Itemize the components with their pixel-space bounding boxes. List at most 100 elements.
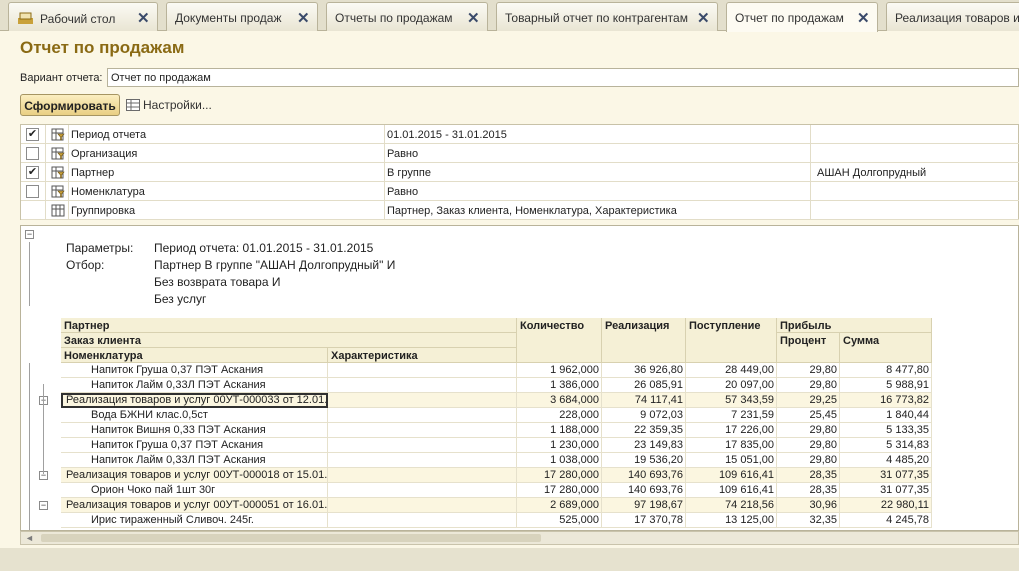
cell-sales[interactable]: 22 359,35 [602, 423, 686, 438]
cell-percent[interactable]: 32,35 [777, 513, 840, 528]
cell-characteristic[interactable] [328, 423, 517, 438]
cell-item[interactable]: Напиток Вишня 0,33 ПЭТ Аскания [61, 423, 328, 438]
cell-item[interactable]: Напиток Груша 0,37 ПЭТ Аскания [61, 438, 328, 453]
cell-receipts[interactable]: 109 616,41 [686, 468, 777, 483]
scroll-left-icon[interactable]: ◄ [25, 533, 34, 543]
cell-characteristic[interactable] [328, 513, 517, 528]
cell-sales[interactable]: 19 536,20 [602, 453, 686, 468]
header-order[interactable]: Заказ клиента [61, 333, 517, 348]
table-row[interactable]: Напиток Вишня 0,33 ПЭТ Аскания 1 188,000 2… [61, 423, 932, 438]
cell-sales[interactable]: 23 149,83 [602, 438, 686, 453]
header-receipts[interactable]: Поступление [686, 318, 777, 363]
cell-sum[interactable]: 16 773,82 [840, 393, 932, 408]
header-quantity[interactable]: Количество [517, 318, 602, 363]
cell-characteristic[interactable] [328, 498, 517, 513]
tab-goods-report[interactable]: Товарный отчет по контрагентам ✕ [496, 2, 718, 31]
setting-name[interactable]: Период отчета [71, 125, 385, 144]
group-row[interactable]: Реализация товаров и услуг 00УТ-000018 о… [61, 468, 932, 483]
cell-receipts[interactable]: 57 343,59 [686, 393, 777, 408]
cell-receipts[interactable]: 15 051,00 [686, 453, 777, 468]
header-partner[interactable]: Партнер [61, 318, 517, 333]
cell-characteristic[interactable] [328, 453, 517, 468]
cell-characteristic[interactable] [328, 378, 517, 393]
cell-sum[interactable]: 22 980,11 [840, 498, 932, 513]
cell-receipts[interactable]: 17 835,00 [686, 438, 777, 453]
cell-quantity[interactable]: 1 962,000 [517, 363, 602, 378]
setting-value[interactable]: 01.01.2015 - 31.01.2015 [387, 125, 811, 144]
header-percent[interactable]: Процент [777, 333, 840, 363]
setting-name[interactable]: Группировка [71, 201, 385, 220]
close-icon[interactable]: ✕ [467, 9, 480, 27]
cell-receipts[interactable]: 20 097,00 [686, 378, 777, 393]
table-row[interactable]: Напиток Лайм 0,33Л ПЭТ Аскания 1 038,000 1… [61, 453, 932, 468]
cell-item[interactable]: Ирис тираженный Сливоч. 245г. [61, 513, 328, 528]
generate-button[interactable]: Сформировать [20, 94, 120, 116]
settings-row[interactable]: ✔ Период отчета 01.01.2015 - 31.01.2015 [21, 125, 1019, 144]
setting-extra[interactable] [817, 144, 1017, 163]
cell-quantity[interactable]: 525,000 [517, 513, 602, 528]
setting-name[interactable]: Партнер [71, 163, 385, 182]
group-row[interactable]: Реализация товаров и услуг 00УТ-000051 о… [61, 498, 932, 513]
cell-receipts[interactable]: 74 218,56 [686, 498, 777, 513]
scroll-thumb[interactable] [41, 534, 541, 542]
table-row[interactable]: Напиток Груша 0,37 ПЭТ Аскания 1 230,000 2… [61, 438, 932, 453]
use-checkbox[interactable]: ✔ [26, 166, 39, 179]
close-icon[interactable]: ✕ [297, 9, 310, 27]
cell-percent[interactable]: 29,80 [777, 438, 840, 453]
cell-item[interactable]: Напиток Груша 0,37 ПЭТ Аскания [61, 363, 328, 378]
cell-sum[interactable]: 5 314,83 [840, 438, 932, 453]
cell-quantity[interactable]: 1 038,000 [517, 453, 602, 468]
cell-percent[interactable]: 29,25 [777, 393, 840, 408]
close-icon[interactable]: ✕ [857, 9, 870, 27]
cell-percent[interactable]: 30,96 [777, 498, 840, 513]
group-row[interactable]: Реализация товаров и услуг 00УТ-000033 о… [61, 393, 932, 408]
cell-sum[interactable]: 31 077,35 [840, 483, 932, 498]
cell-item[interactable]: Реализация товаров и услуг 00УТ-000018 о… [61, 468, 328, 483]
cell-sum[interactable]: 4 245,78 [840, 513, 932, 528]
cell-sales[interactable]: 26 085,91 [602, 378, 686, 393]
table-row[interactable]: Орион Чоко пай 1шт 30г 17 280,000 140 693,… [61, 483, 932, 498]
cell-percent[interactable]: 29,80 [777, 363, 840, 378]
variant-field[interactable]: Отчет по продажам [107, 68, 1019, 87]
header-profit[interactable]: Прибыль [777, 318, 932, 333]
cell-quantity[interactable]: 17 280,000 [517, 468, 602, 483]
cell-sum[interactable]: 5 988,91 [840, 378, 932, 393]
cell-characteristic[interactable] [328, 468, 517, 483]
table-row[interactable]: Ирис тираженный Сливоч. 245г. 525,000 17 3… [61, 513, 932, 528]
header-sum[interactable]: Сумма [840, 333, 932, 363]
horizontal-scrollbar[interactable]: ◄ [20, 531, 1019, 545]
table-row[interactable]: Вода БЖНИ клас.0,5ст 228,000 9 072,03 7 231… [61, 408, 932, 423]
use-checkbox[interactable]: ✔ [26, 128, 39, 141]
cell-receipts[interactable]: 17 226,00 [686, 423, 777, 438]
setting-value[interactable]: Равно [387, 144, 811, 163]
cell-percent[interactable]: 29,80 [777, 378, 840, 393]
cell-receipts[interactable]: 28 449,00 [686, 363, 777, 378]
settings-button[interactable]: Настройки... [126, 98, 212, 112]
tab-goods-sale[interactable]: Реализация товаров и ус [886, 2, 1019, 31]
cell-quantity[interactable]: 1 230,000 [517, 438, 602, 453]
header-sales[interactable]: Реализация [602, 318, 686, 363]
settings-row[interactable]: Номенклатура Равно [21, 182, 1019, 201]
header-characteristic[interactable]: Характеристика [328, 348, 517, 363]
cell-receipts[interactable]: 13 125,00 [686, 513, 777, 528]
cell-item[interactable]: Реализация товаров и услуг 00УТ-000033 о… [61, 393, 328, 408]
tab-sales-report-active[interactable]: Отчет по продажам ✕ [726, 2, 878, 32]
cell-percent[interactable]: 28,35 [777, 483, 840, 498]
setting-extra[interactable] [817, 201, 1017, 220]
cell-sales[interactable]: 140 693,76 [602, 468, 686, 483]
collapse-icon[interactable]: − [25, 230, 34, 239]
cell-percent[interactable]: 28,35 [777, 468, 840, 483]
setting-name[interactable]: Номенклатура [71, 182, 385, 201]
close-icon[interactable]: ✕ [137, 9, 150, 27]
setting-value[interactable]: Равно [387, 182, 811, 201]
cell-characteristic[interactable] [328, 408, 517, 423]
cell-characteristic[interactable] [328, 483, 517, 498]
cell-characteristic[interactable] [328, 393, 517, 408]
cell-sum[interactable]: 4 485,20 [840, 453, 932, 468]
table-row[interactable]: Напиток Груша 0,37 ПЭТ Аскания 1 962,000 3… [61, 363, 932, 378]
cell-characteristic[interactable] [328, 438, 517, 453]
cell-sales[interactable]: 9 072,03 [602, 408, 686, 423]
cell-quantity[interactable]: 3 684,000 [517, 393, 602, 408]
cell-quantity[interactable]: 228,000 [517, 408, 602, 423]
collapse-icon[interactable]: − [39, 501, 48, 510]
